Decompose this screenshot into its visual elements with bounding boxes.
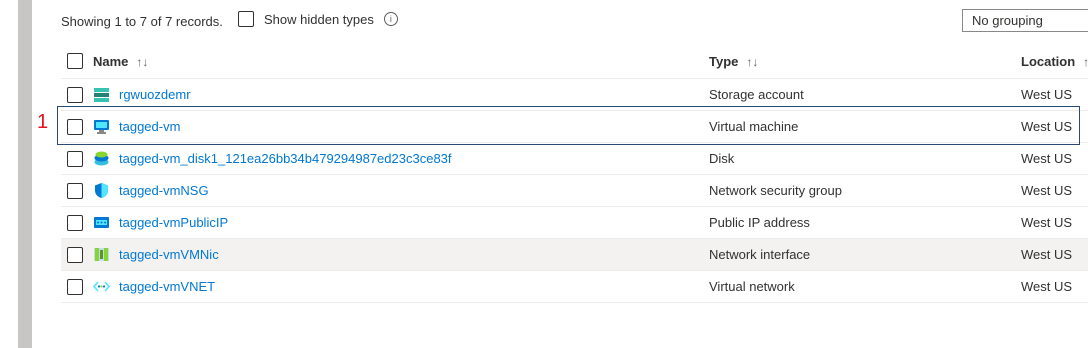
location-cell: West US	[1021, 78, 1088, 111]
column-header-type[interactable]: Type ↑↓	[709, 44, 1021, 79]
table-row[interactable]: tagged-vmNSG Network security group West…	[61, 174, 1088, 207]
location-cell: West US	[1021, 270, 1088, 303]
resource-link[interactable]: tagged-vmPublicIP	[119, 215, 228, 230]
virtual-network-icon	[93, 281, 110, 292]
column-type-label: Type	[709, 53, 739, 69]
row-select-cell	[61, 78, 93, 111]
select-all-checkbox[interactable]	[67, 53, 83, 70]
resource-link[interactable]: tagged-vm	[119, 119, 180, 134]
name-cell: tagged-vmNSG	[93, 174, 709, 207]
virtual-machine-icon	[94, 120, 109, 134]
column-header-location[interactable]: Location ↑	[1021, 44, 1088, 79]
disk-icon	[94, 151, 109, 166]
location-cell: West US	[1021, 238, 1088, 271]
type-cell: Public IP address	[709, 206, 1021, 239]
type-cell: Network interface	[709, 238, 1021, 271]
location-cell: West US	[1021, 142, 1088, 175]
type-cell: Virtual network	[709, 270, 1021, 303]
row-checkbox[interactable]	[67, 182, 83, 199]
type-cell: Disk	[709, 142, 1021, 175]
row-select-cell	[61, 142, 93, 175]
row-select-cell	[61, 270, 93, 303]
left-scroll-bar[interactable]	[18, 0, 32, 348]
location-cell: West US	[1021, 206, 1088, 239]
public-ip-icon	[94, 217, 109, 228]
row-select-cell	[61, 110, 93, 143]
name-cell: tagged-vmVMNic	[93, 238, 709, 271]
table-row[interactable]: tagged-vm_disk1_121ea26bb34b479294987ed2…	[61, 142, 1088, 175]
name-cell: tagged-vmVNET	[93, 270, 709, 303]
sort-up-icon[interactable]: ↑	[1083, 55, 1088, 69]
row-select-cell	[61, 238, 93, 271]
show-hidden-types-toggle[interactable]: Show hidden types i	[238, 11, 398, 27]
select-all-cell	[61, 44, 93, 79]
row-select-cell	[61, 206, 93, 239]
column-location-label: Location	[1021, 53, 1076, 69]
row-checkbox[interactable]	[67, 118, 83, 135]
column-header-name[interactable]: Name ↑↓	[93, 44, 709, 79]
row-checkbox[interactable]	[67, 214, 83, 231]
name-cell: rgwuozdemr	[93, 78, 709, 111]
name-cell: tagged-vm	[93, 110, 709, 143]
table-row[interactable]: tagged-vmPublicIP Public IP address West…	[61, 206, 1088, 239]
info-icon[interactable]: i	[383, 12, 398, 26]
annotation-marker: 1	[37, 111, 49, 133]
location-cell: West US	[1021, 110, 1088, 143]
type-cell: Storage account	[709, 78, 1021, 111]
name-cell: tagged-vm_disk1_121ea26bb34b479294987ed2…	[93, 142, 709, 175]
network-interface-icon	[94, 248, 109, 261]
resource-link[interactable]: tagged-vm_disk1_121ea26bb34b479294987ed2…	[119, 151, 452, 166]
row-checkbox[interactable]	[67, 246, 83, 263]
resource-link[interactable]: tagged-vmNSG	[119, 183, 209, 198]
left-rail	[0, 0, 18, 348]
row-checkbox[interactable]	[67, 86, 83, 103]
table-row[interactable]: tagged-vmVNET Virtual network West US	[61, 270, 1088, 303]
row-select-cell	[61, 174, 93, 207]
table-row[interactable]: rgwuozdemr Storage account West US	[61, 78, 1088, 111]
location-cell: West US	[1021, 174, 1088, 207]
type-cell: Network security group	[709, 174, 1021, 207]
shield-icon	[95, 183, 108, 198]
grouping-dropdown[interactable]: No grouping	[962, 9, 1088, 32]
type-cell: Virtual machine	[709, 110, 1021, 143]
row-checkbox[interactable]	[67, 150, 83, 167]
sort-up-icon[interactable]: ↑↓	[136, 55, 148, 69]
row-checkbox[interactable]	[67, 278, 83, 295]
resource-link[interactable]: rgwuozdemr	[119, 87, 191, 102]
show-hidden-types-label: Show hidden types	[264, 11, 374, 27]
column-name-label: Name	[93, 53, 129, 69]
table-header-row: Name ↑↓ Type ↑↓ Location ↑	[61, 44, 1088, 79]
storage-account-icon	[94, 88, 109, 102]
record-summary: Showing 1 to 7 of 7 records.	[61, 14, 223, 29]
sort-icon[interactable]: ↑↓	[746, 55, 758, 69]
table-row[interactable]: tagged-vm Virtual machine West US	[61, 110, 1088, 143]
table-row[interactable]: tagged-vmVMNic Network interface West US	[61, 238, 1088, 271]
name-cell: tagged-vmPublicIP	[93, 206, 709, 239]
resource-link[interactable]: tagged-vmVNET	[119, 279, 215, 294]
resource-link[interactable]: tagged-vmVMNic	[119, 247, 219, 262]
resources-table: Name ↑↓ Type ↑↓ Location ↑ rgwuozdemr Stora…	[61, 44, 1088, 303]
show-hidden-types-checkbox[interactable]	[238, 11, 254, 27]
